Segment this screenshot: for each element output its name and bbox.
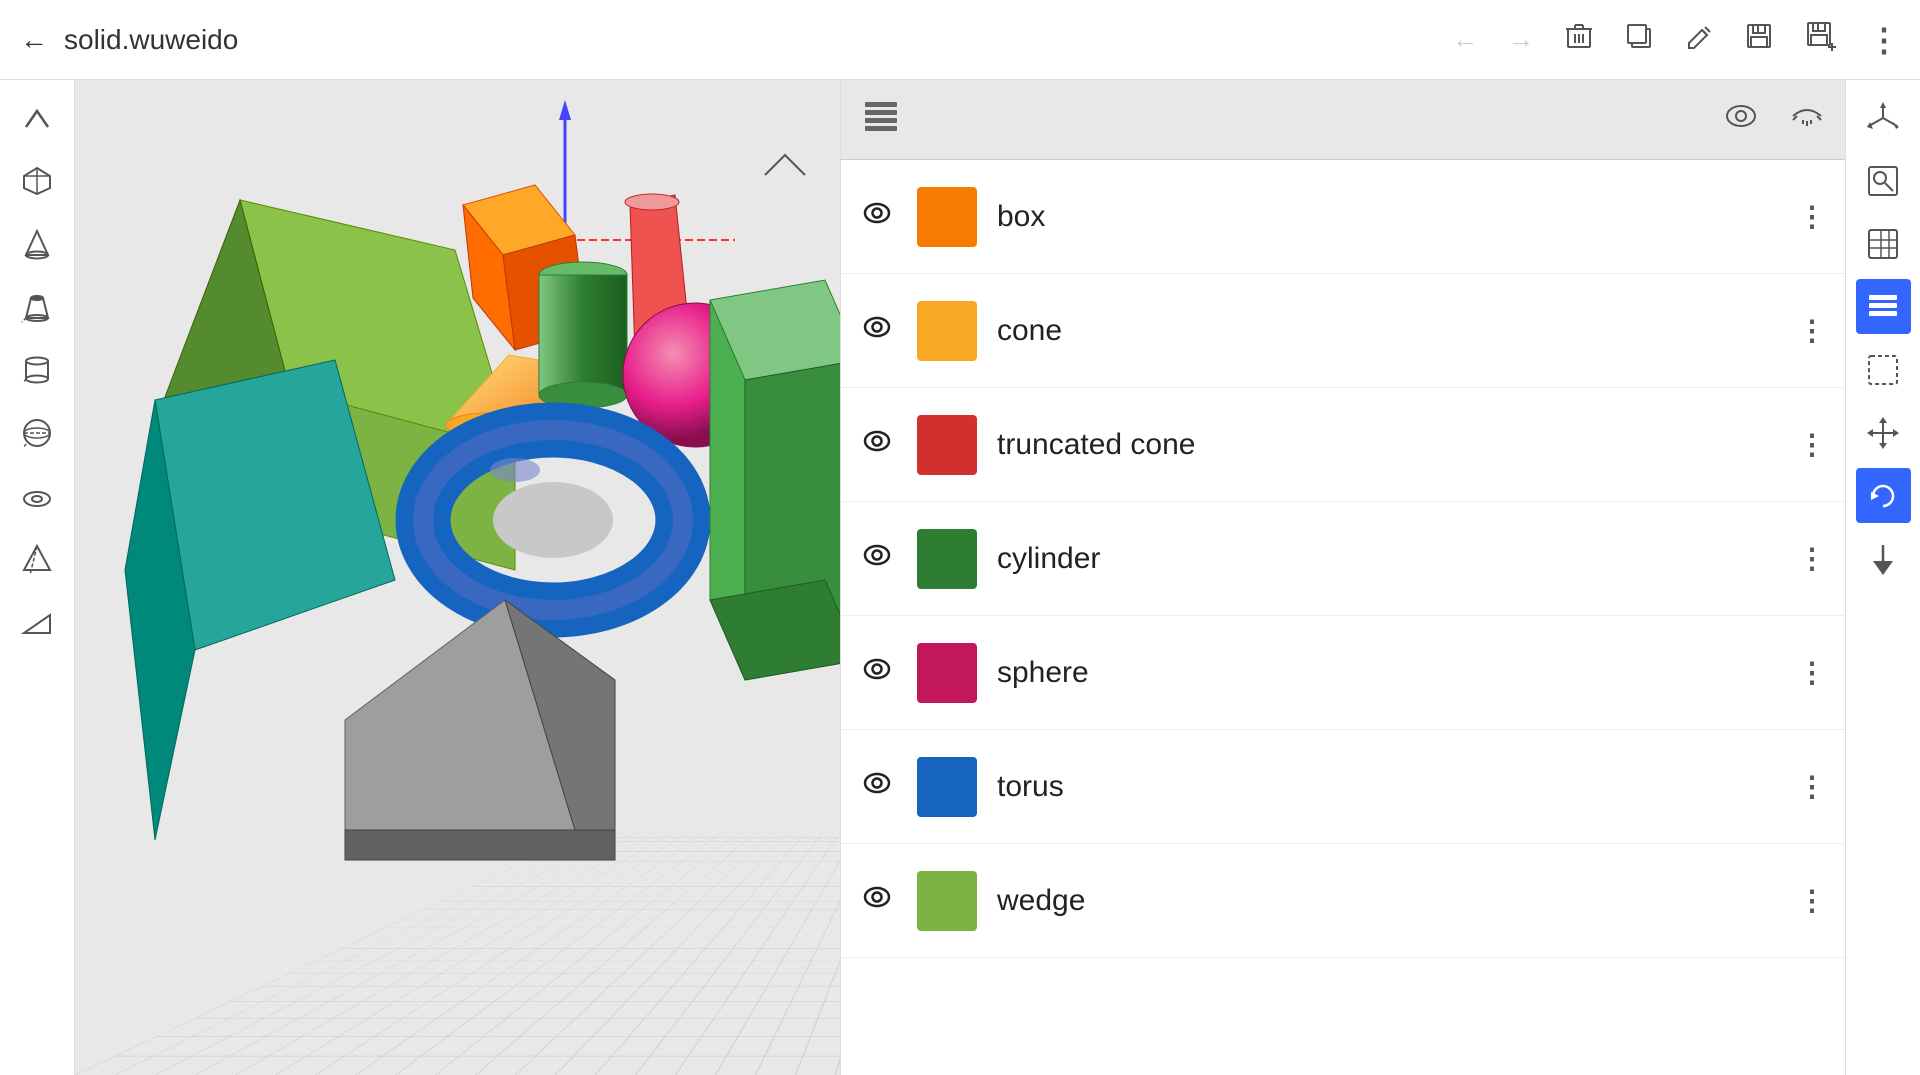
layer-eye-cylinder[interactable] [861, 539, 897, 578]
tool-cone[interactable] [10, 216, 65, 271]
layer-menu-sphere[interactable]: ⋮ [1798, 656, 1825, 689]
tool-select[interactable] [1856, 342, 1911, 397]
tool-rotate[interactable] [1856, 468, 1911, 523]
layer-list: box ⋮ cone ⋮ truncated c [841, 160, 1845, 958]
layer-menu-box[interactable]: ⋮ [1798, 200, 1825, 233]
panel-list-icon [861, 96, 901, 143]
tool-3d-axes[interactable] [1856, 90, 1911, 145]
tool-cube[interactable] [10, 153, 65, 208]
layer-eye-wedge[interactable] [861, 881, 897, 920]
tool-sphere[interactable] [10, 405, 65, 460]
layer-eye-torus[interactable] [861, 767, 897, 806]
layer-menu-wedge[interactable]: ⋮ [1798, 884, 1825, 917]
layer-menu-cone[interactable]: ⋮ [1798, 314, 1825, 347]
layer-color-torus [917, 757, 977, 817]
file-title: solid.wuweido [64, 24, 238, 56]
back-button[interactable]: ← [20, 24, 48, 56]
layer-color-wedge [917, 871, 977, 931]
layer-item-wedge[interactable]: wedge ⋮ [841, 844, 1845, 958]
right-toolbar [1845, 80, 1920, 1075]
nav-group: ← → [1452, 19, 1900, 60]
layer-color-truncated-cone [917, 415, 977, 475]
layer-item-sphere[interactable]: sphere ⋮ [841, 616, 1845, 730]
layer-color-cylinder [917, 529, 977, 589]
tool-pyramid[interactable] [10, 531, 65, 586]
edit-button[interactable] [1684, 21, 1714, 58]
tool-arrow-down[interactable] [1856, 531, 1911, 586]
layer-menu-truncated-cone[interactable]: ⋮ [1798, 428, 1825, 461]
right-panel: box ⋮ cone ⋮ truncated c [840, 80, 1845, 1075]
layer-name-sphere: sphere [997, 656, 1778, 690]
panel-eye-close-button[interactable] [1789, 98, 1825, 141]
layer-name-wedge: wedge [997, 884, 1778, 918]
nav-back-button[interactable]: ← [1452, 24, 1478, 55]
layer-color-sphere [917, 643, 977, 703]
delete-button[interactable] [1564, 21, 1594, 58]
layer-color-cone [917, 301, 977, 361]
save-button[interactable] [1744, 21, 1774, 58]
layer-menu-cylinder[interactable]: ⋮ [1798, 542, 1825, 575]
layer-item-truncated-cone[interactable]: truncated cone ⋮ [841, 388, 1845, 502]
layer-item-cylinder[interactable]: cylinder ⋮ [841, 502, 1845, 616]
layer-item-cone[interactable]: cone ⋮ [841, 274, 1845, 388]
tool-wedge[interactable] [10, 594, 65, 649]
layer-item-box[interactable]: box ⋮ [841, 160, 1845, 274]
header-left: ← solid.wuweido [0, 24, 840, 56]
layer-eye-truncated-cone[interactable] [861, 425, 897, 464]
header: ← solid.wuweido ← → [0, 0, 1920, 80]
layer-eye-sphere[interactable] [861, 653, 897, 692]
more-button[interactable]: ⋮ [1868, 21, 1900, 59]
layer-item-torus[interactable]: torus ⋮ [841, 730, 1845, 844]
duplicate-button[interactable] [1624, 21, 1654, 58]
header-right: ← → [1452, 19, 1920, 60]
tool-cylinder[interactable] [10, 342, 65, 397]
save-plus-button[interactable] [1804, 19, 1838, 60]
tool-grid[interactable] [1856, 216, 1911, 271]
tool-layers-active[interactable] [1856, 279, 1911, 334]
layer-name-torus: torus [997, 770, 1778, 804]
tool-truncated-cone[interactable] [10, 279, 65, 334]
left-toolbar [0, 80, 75, 1075]
tool-chevron-up[interactable] [10, 90, 65, 145]
layer-name-truncated-cone: truncated cone [997, 428, 1778, 462]
layer-name-box: box [997, 200, 1778, 234]
layer-color-box [917, 187, 977, 247]
tool-search-view[interactable] [1856, 153, 1911, 208]
nav-forward-button[interactable]: → [1508, 24, 1534, 55]
layer-eye-cone[interactable] [861, 311, 897, 350]
layer-eye-box[interactable] [861, 197, 897, 236]
shapes-scene [75, 80, 915, 1055]
tool-move[interactable] [1856, 405, 1911, 460]
layer-menu-torus[interactable]: ⋮ [1798, 770, 1825, 803]
panel-header-actions [1723, 98, 1825, 141]
tool-torus[interactable] [10, 468, 65, 523]
layer-name-cone: cone [997, 314, 1778, 348]
layer-name-cylinder: cylinder [997, 542, 1778, 576]
panel-header [841, 80, 1845, 160]
panel-eye-button[interactable] [1723, 98, 1759, 141]
